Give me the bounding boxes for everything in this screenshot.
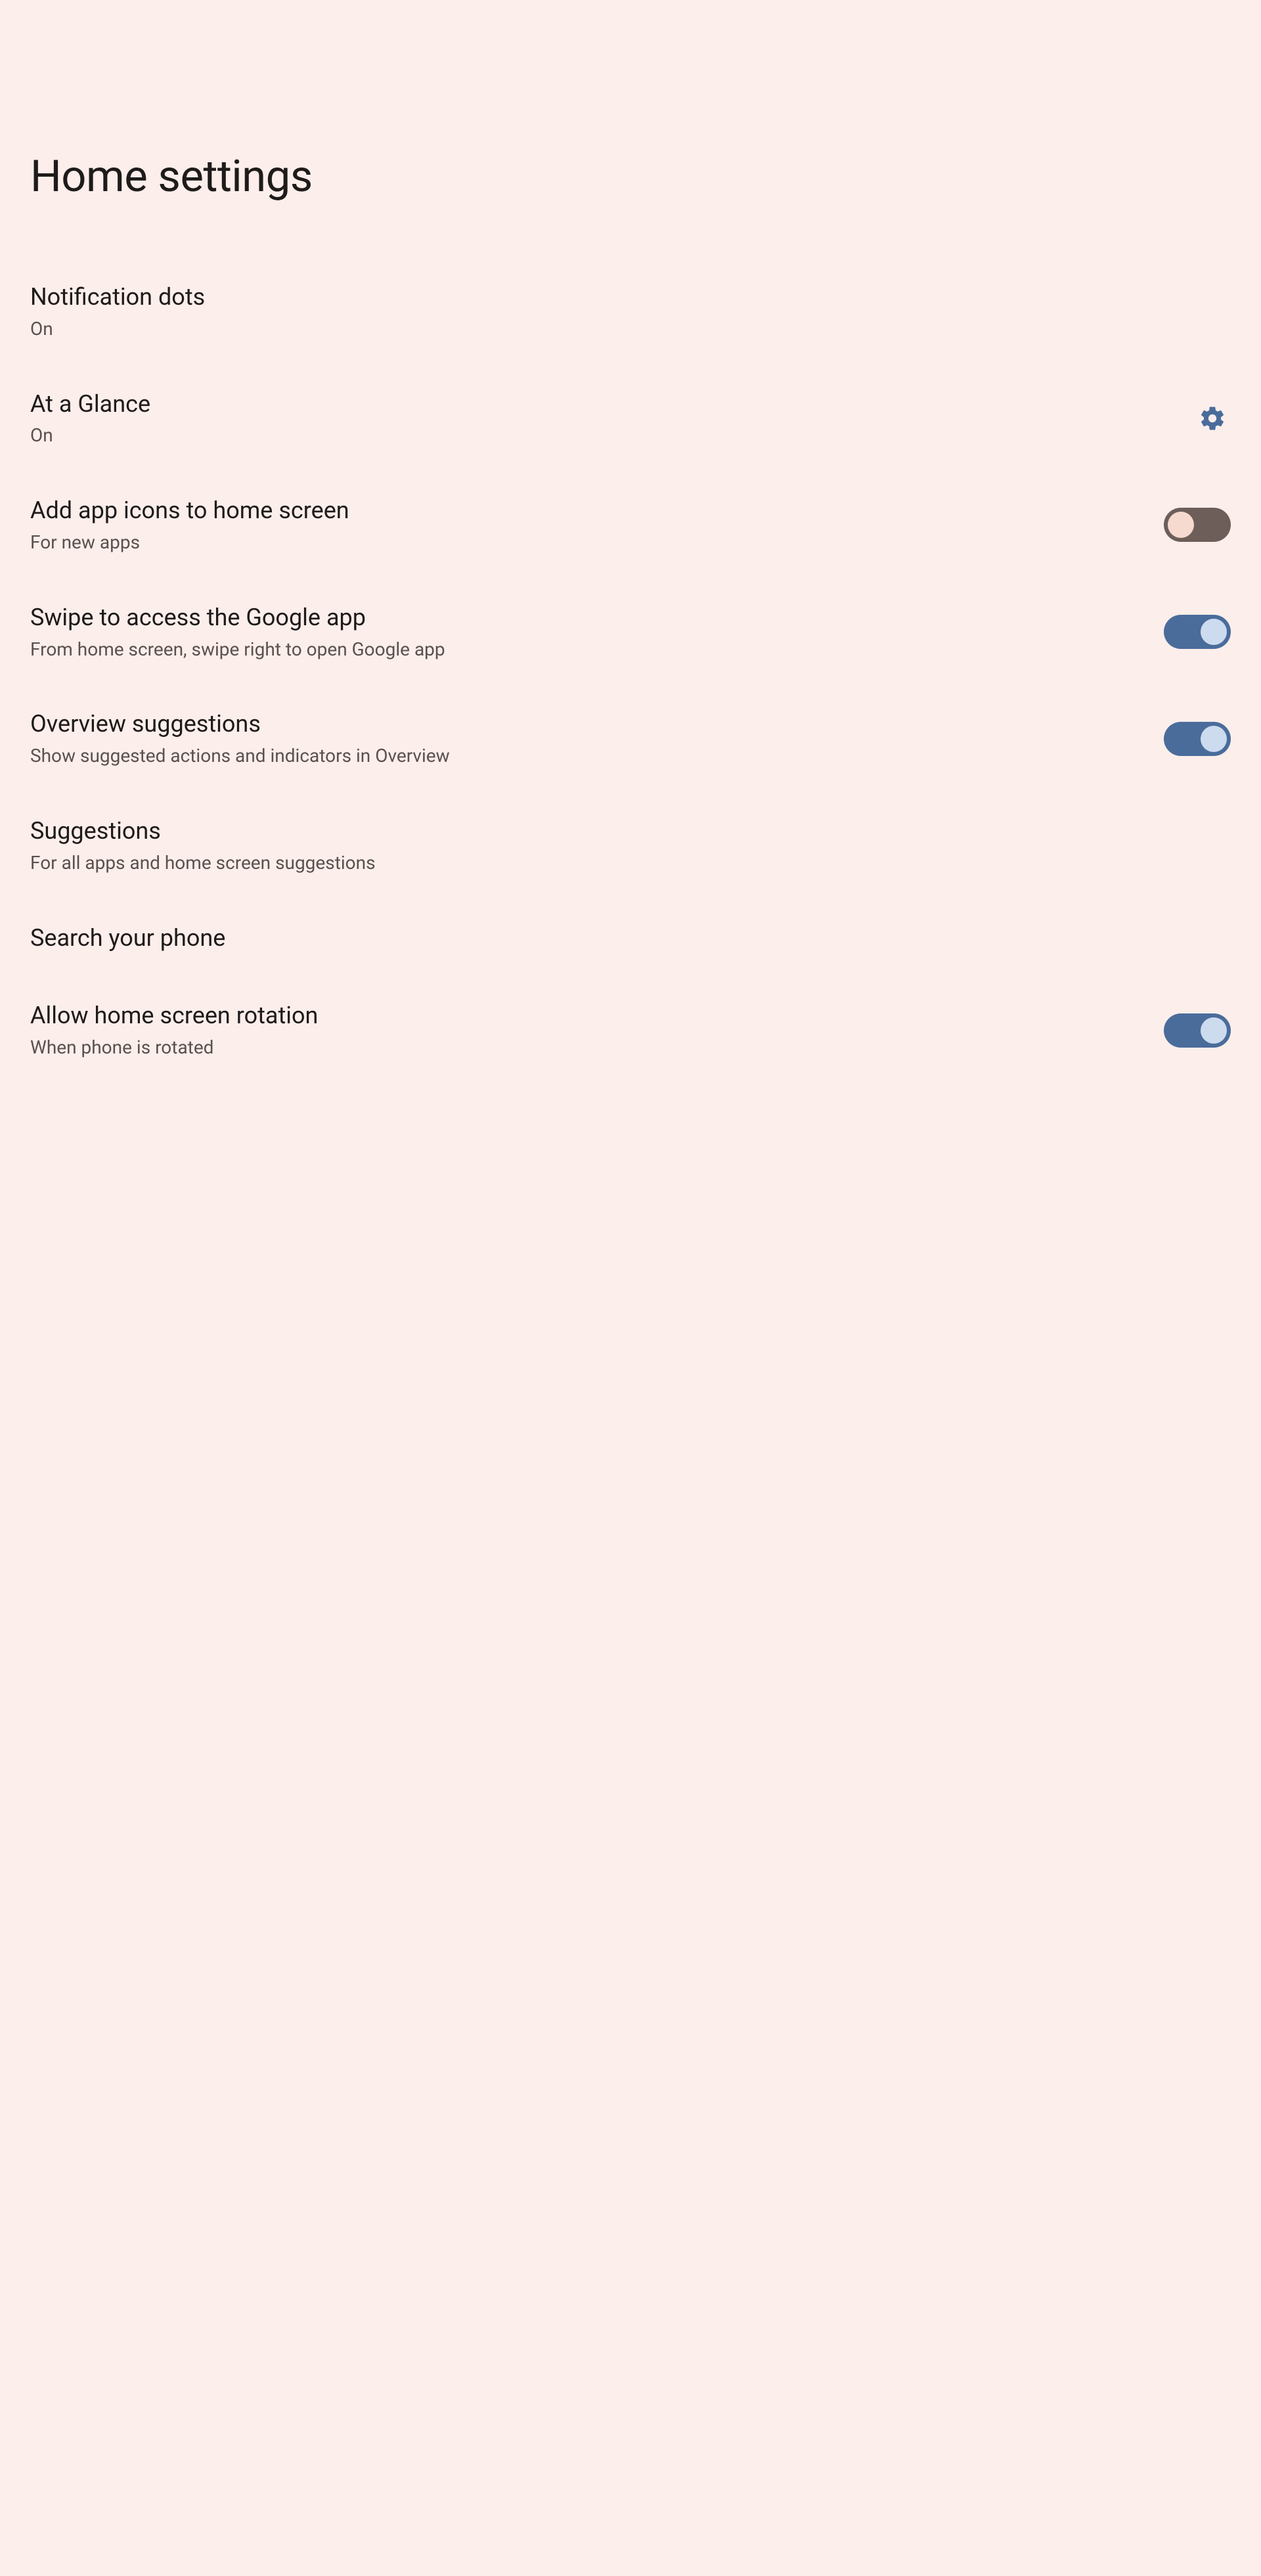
row-sub: For all apps and home screen suggestions (30, 851, 1231, 876)
row-text: Add app icons to home screen For new app… (30, 495, 1148, 555)
row-text: Overview suggestions Show suggested acti… (30, 709, 1148, 768)
row-text: Suggestions For all apps and home screen… (30, 816, 1231, 876)
row-title: Allow home screen rotation (30, 1000, 1148, 1031)
row-sub: Show suggested actions and indicators in… (30, 744, 1148, 768)
row-at-a-glance[interactable]: At a Glance On (30, 365, 1231, 472)
switch-knob (1201, 726, 1227, 752)
row-title: Add app icons to home screen (30, 495, 1148, 526)
row-title: At a Glance (30, 389, 1178, 420)
row-swipe-google[interactable]: Swipe to access the Google app From home… (30, 579, 1231, 686)
row-sub: From home screen, swipe right to open Go… (30, 637, 1148, 662)
switch-overview-suggestions[interactable] (1164, 722, 1231, 756)
row-title: Swipe to access the Google app (30, 602, 1148, 633)
row-allow-rotation[interactable]: Allow home screen rotation When phone is… (30, 977, 1231, 1084)
row-title: Notification dots (30, 282, 1231, 313)
row-text: Notification dots On (30, 282, 1231, 342)
row-title: Suggestions (30, 816, 1231, 847)
row-search-your-phone[interactable]: Search your phone (30, 899, 1231, 977)
row-sub: On (30, 317, 1231, 342)
row-title: Overview suggestions (30, 709, 1148, 740)
gear-icon[interactable] (1194, 400, 1231, 437)
row-text: At a Glance On (30, 389, 1178, 449)
page-title: Home settings (30, 0, 1231, 258)
row-sub: When phone is rotated (30, 1035, 1148, 1060)
row-suggestions[interactable]: Suggestions For all apps and home screen… (30, 792, 1231, 899)
switch-swipe-google[interactable] (1164, 615, 1231, 649)
switch-add-app-icons[interactable] (1164, 508, 1231, 542)
switch-allow-rotation[interactable] (1164, 1013, 1231, 1048)
settings-page: Home settings Notification dots On At a … (0, 0, 1261, 1110)
switch-knob (1201, 1017, 1227, 1044)
row-sub: On (30, 423, 1178, 448)
switch-knob (1201, 619, 1227, 645)
row-overview-suggestions[interactable]: Overview suggestions Show suggested acti… (30, 685, 1231, 792)
row-sub: For new apps (30, 530, 1148, 555)
row-add-app-icons[interactable]: Add app icons to home screen For new app… (30, 472, 1231, 579)
row-text: Allow home screen rotation When phone is… (30, 1000, 1148, 1060)
gear-icon-svg (1199, 405, 1226, 432)
switch-knob (1168, 512, 1194, 538)
row-text: Search your phone (30, 923, 1231, 954)
row-text: Swipe to access the Google app From home… (30, 602, 1148, 662)
row-notification-dots[interactable]: Notification dots On (30, 258, 1231, 365)
row-title: Search your phone (30, 923, 1231, 954)
